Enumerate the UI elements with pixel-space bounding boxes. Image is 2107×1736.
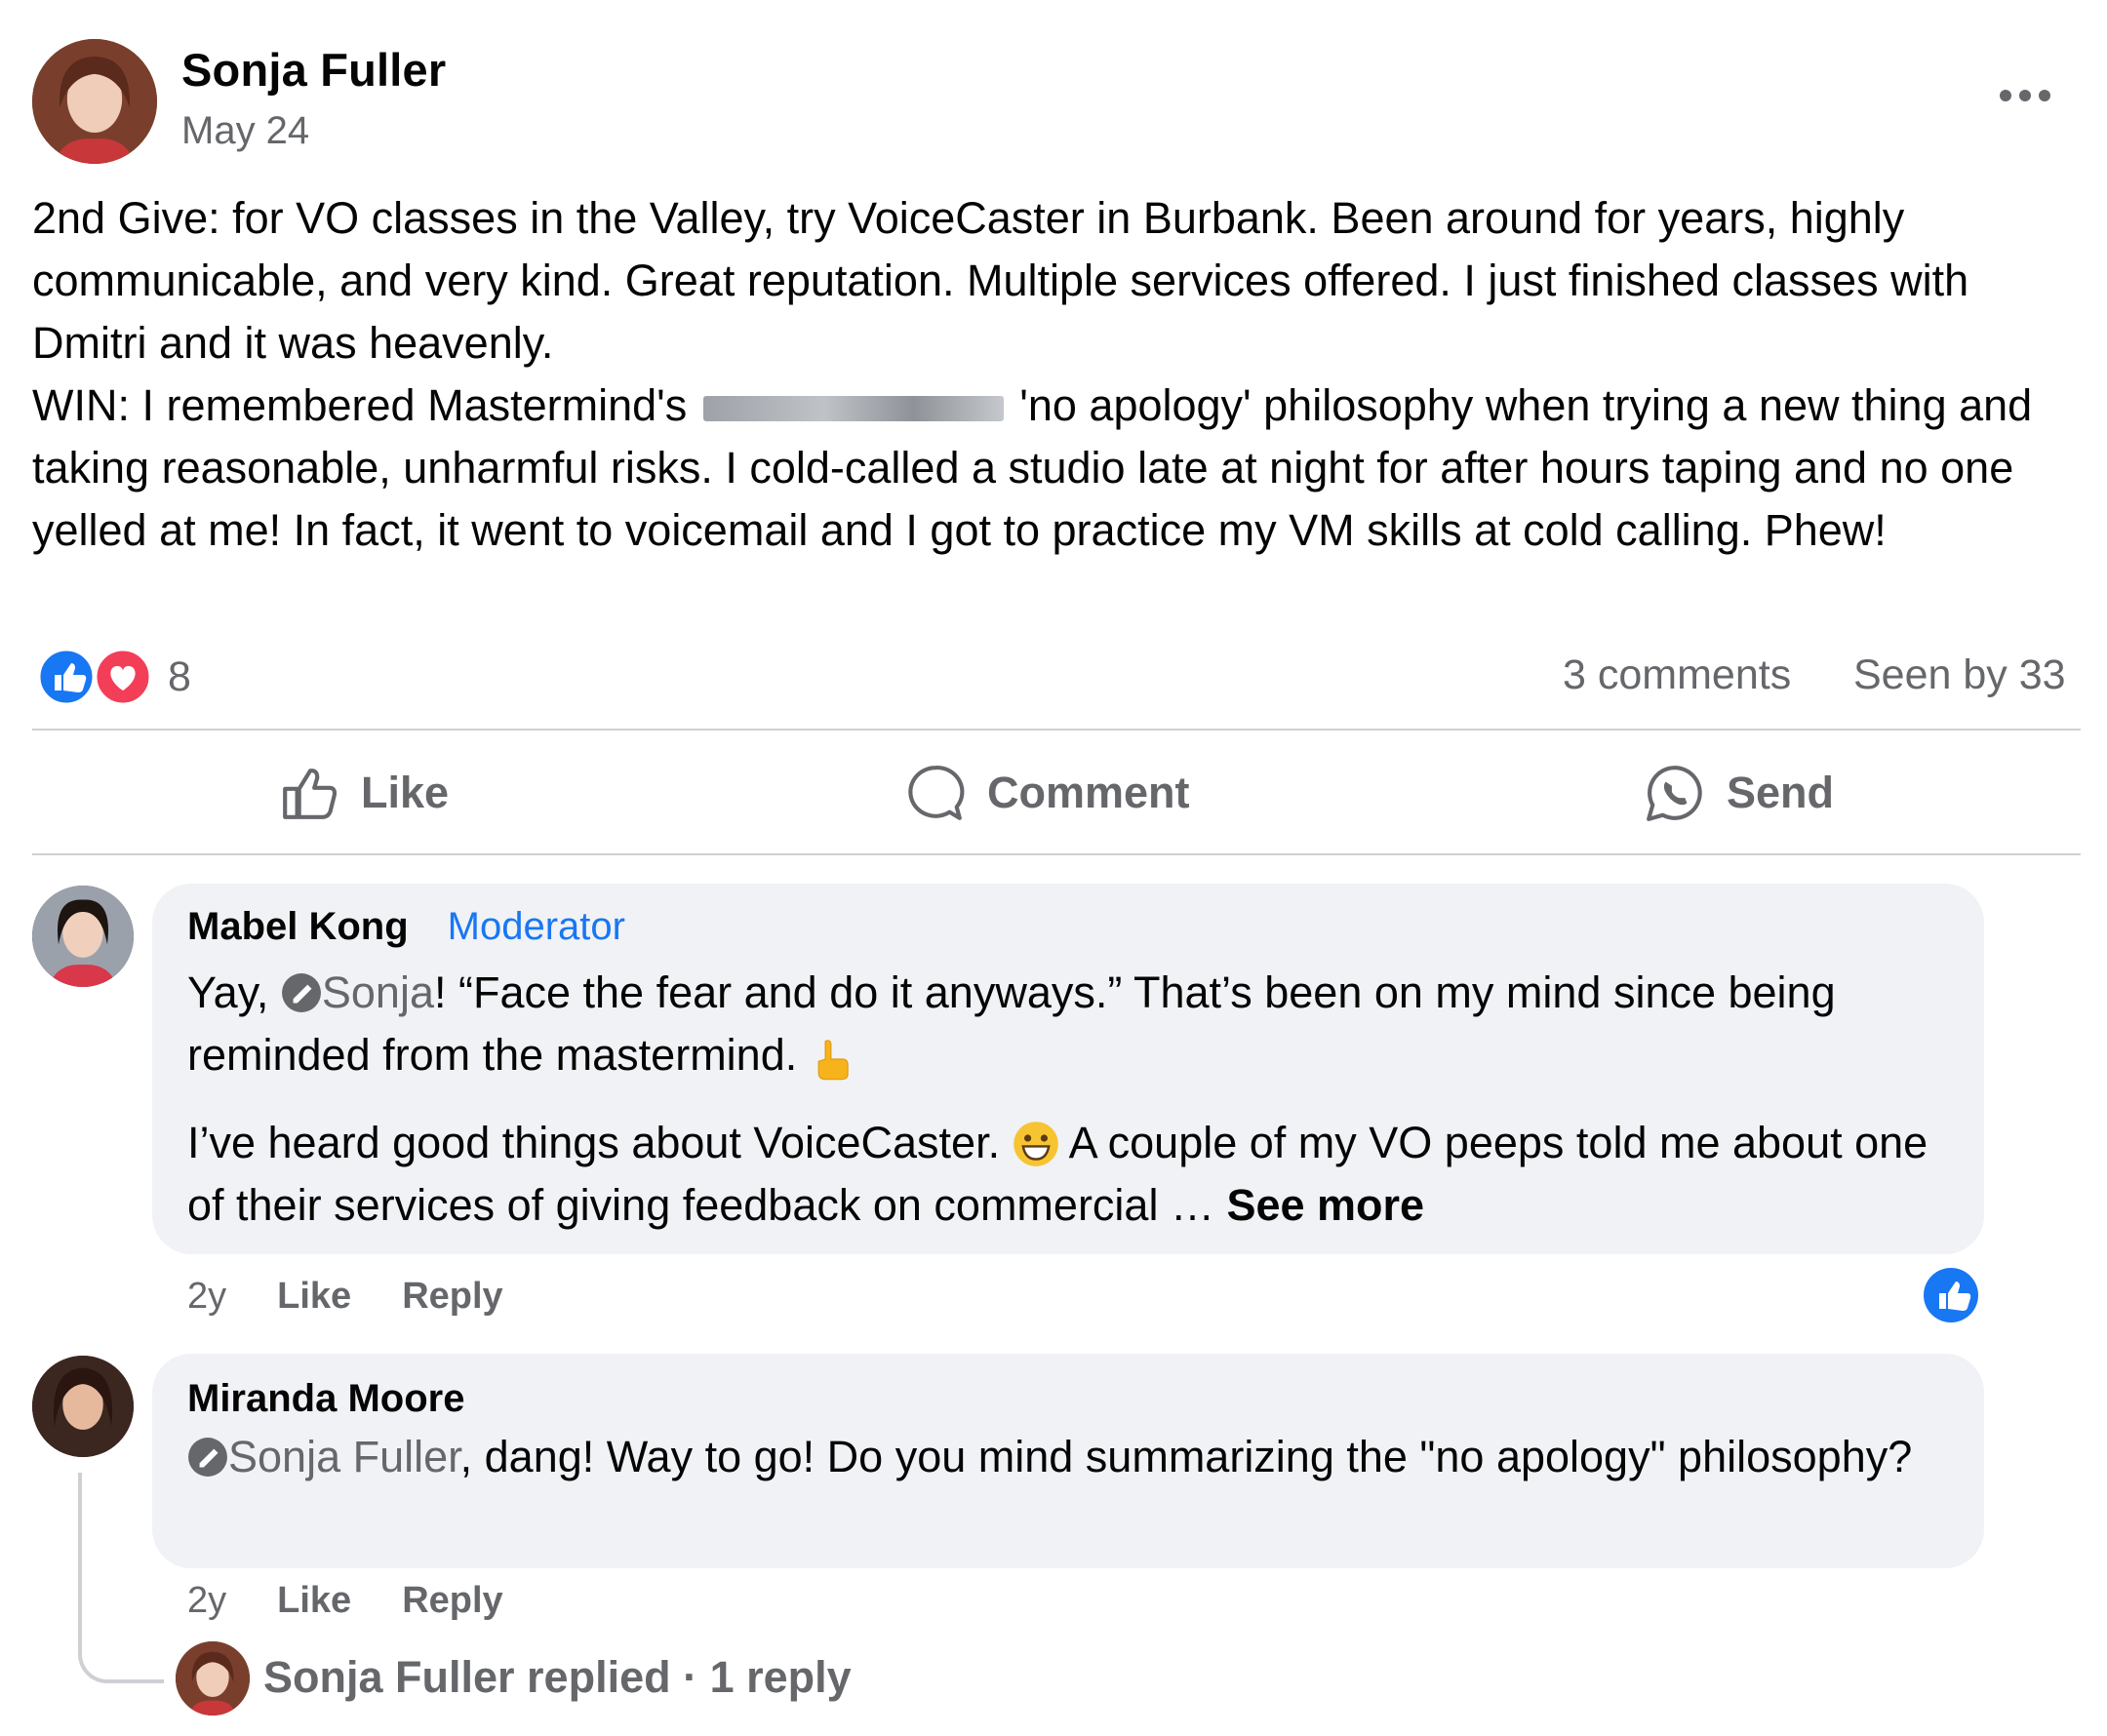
comment-header: Mabel Kong Moderator [187,905,625,949]
love-reaction-icon [94,648,152,706]
mention-sonja[interactable]: Sonja [322,967,434,1017]
comment-like-reaction-icon[interactable] [1922,1266,1980,1324]
moderator-badge[interactable]: Moderator [448,905,625,949]
comment-text: Sonja Fuller, dang! Way to go! Do you mi… [187,1426,1953,1488]
comment-text: Yay, [187,967,269,1017]
comment-like-button[interactable]: Like [277,1580,351,1622]
comment-timestamp[interactable]: 2y [187,1276,226,1318]
like-button[interactable]: Like [279,761,449,825]
like-label: Like [361,768,450,817]
reaction-count[interactable]: 8 [168,653,191,701]
comment-meta-row: 2y Like Reply [187,1276,503,1318]
comment-text-body: , dang! Way to go! Do you mind summarizi… [459,1432,1913,1481]
mention-sonja-fuller[interactable]: Sonja Fuller [228,1432,460,1481]
comment-button[interactable]: Comment [905,761,1190,825]
avatar-portrait-icon [176,1641,250,1716]
post-body: 2nd Give: for VO classes in the Valley, … [32,187,2081,562]
comment-avatar-miranda-moore[interactable] [32,1356,134,1457]
avatar-portrait-icon [32,1356,134,1457]
user-mention-icon [188,1438,227,1477]
send-label: Send [1727,768,1835,817]
comment-label: Comment [987,768,1190,817]
divider-bottom [32,853,2081,855]
whatsapp-icon [1647,766,1702,821]
seen-by-count[interactable]: Seen by 33 [1853,651,2066,699]
comment-author-name[interactable]: Miranda Moore [187,1377,464,1421]
send-button[interactable]: Send [1645,761,1834,825]
thumbs-up-icon [283,769,338,819]
comment-text: I’ve heard good things about VoiceCaster… [187,1118,1001,1167]
avatar-portrait-icon [32,39,157,164]
comment-like-button[interactable]: Like [277,1276,351,1318]
pointing-up-emoji-icon [817,1040,849,1081]
reply-author-avatar[interactable] [176,1641,250,1716]
redacted-name [702,396,1004,422]
divider-top [32,729,2081,730]
comment-bubble-icon [908,766,965,820]
more-options-icon[interactable] [1998,86,2052,105]
post-author-name[interactable]: Sonja Fuller [181,43,446,97]
comment-author-name[interactable]: Mabel Kong [187,905,409,949]
comment-reply-button[interactable]: Reply [402,1276,502,1318]
see-more-link[interactable]: See more [1226,1180,1424,1230]
reply-thread-line [78,1473,164,1683]
comment-avatar-mabel-kong[interactable] [32,886,134,987]
comment-text-paragraph-2: I’ve heard good things about VoiceCaster… [187,1112,1953,1237]
comment-timestamp[interactable]: 2y [187,1580,226,1622]
post-date[interactable]: May 24 [181,109,309,153]
user-mention-icon [281,973,321,1012]
like-reaction-icon [37,648,96,706]
view-replies-link[interactable]: Sonja Fuller replied · 1 reply [263,1652,852,1703]
comment-text-paragraph-1: Yay, Sonja! “Face the fear and do it any… [187,962,1953,1086]
comment-meta-row: 2y Like Reply [187,1580,503,1622]
comments-count[interactable]: 3 comments [1563,651,1791,699]
grinning-face-emoji-icon [1013,1122,1058,1166]
comment-text: ! “Face the fear and do it anyways.” Tha… [187,967,1836,1080]
comment-reply-button[interactable]: Reply [402,1580,502,1622]
post-author-avatar[interactable] [32,39,157,164]
avatar-portrait-icon [32,886,134,987]
